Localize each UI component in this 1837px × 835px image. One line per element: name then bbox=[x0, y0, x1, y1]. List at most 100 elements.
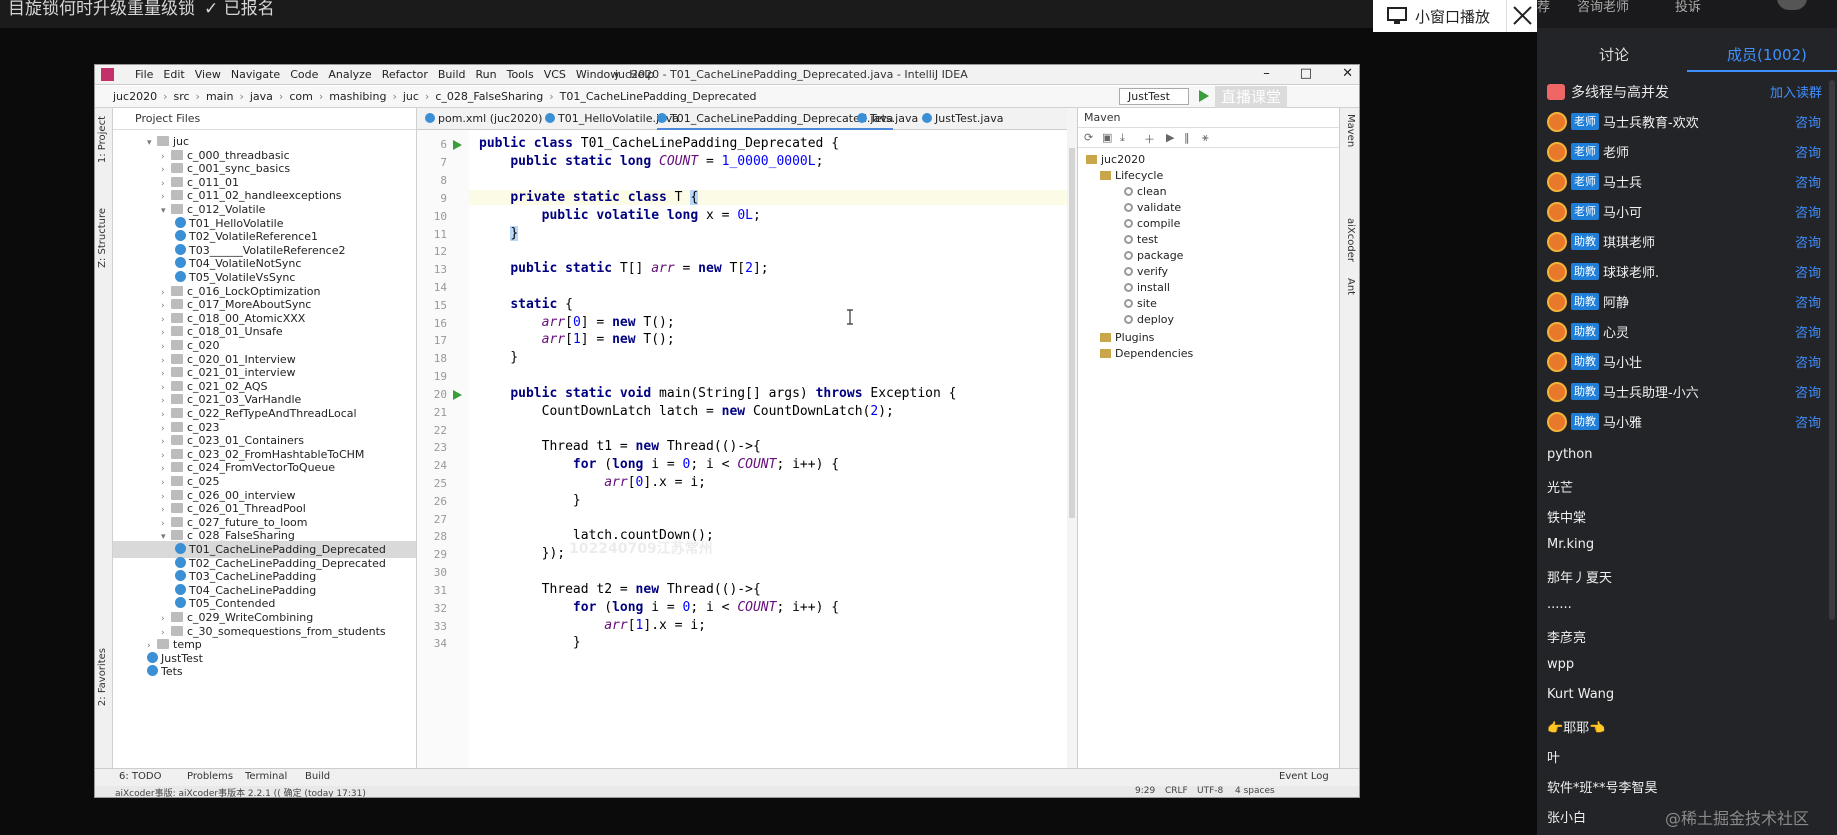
editor-tab[interactable]: pom.xml (juc2020) bbox=[425, 112, 542, 125]
tool-problems[interactable]: Problems bbox=[187, 771, 233, 782]
maven-plugins[interactable]: Plugins bbox=[1100, 330, 1154, 346]
member-row[interactable]: 老师 马小可 咨询 bbox=[1547, 200, 1827, 224]
breadcrumb-item[interactable]: juc bbox=[403, 90, 419, 103]
side-top-item[interactable]: 荐 bbox=[1537, 0, 1550, 15]
maven-goal[interactable]: verify bbox=[1124, 264, 1168, 280]
maven-goal[interactable]: compile bbox=[1124, 216, 1180, 232]
close-button[interactable] bbox=[1506, 0, 1537, 32]
run-play-icon[interactable] bbox=[1199, 90, 1209, 102]
run-maven-icon[interactable]: ▶ bbox=[1166, 131, 1174, 144]
member-name[interactable]: 叶 bbox=[1547, 747, 1560, 766]
menu-file[interactable]: File bbox=[135, 68, 153, 81]
member-name[interactable]: 李彦亮 bbox=[1547, 627, 1586, 646]
maven-dependencies[interactable]: Dependencies bbox=[1100, 346, 1193, 362]
editor-scrollbar[interactable] bbox=[1067, 108, 1077, 768]
status-encoding[interactable]: UTF-8 bbox=[1197, 786, 1223, 796]
maven-goal[interactable]: deploy bbox=[1124, 312, 1174, 328]
member-name[interactable]: 铁中棠 bbox=[1547, 507, 1586, 526]
status-position[interactable]: 9:29 bbox=[1135, 786, 1155, 796]
breadcrumb-item[interactable]: juc2020 bbox=[113, 90, 157, 103]
consult-button[interactable]: 咨询 bbox=[1795, 322, 1821, 341]
member-name[interactable]: Kurt Wang bbox=[1547, 687, 1614, 702]
minimize-icon[interactable]: – bbox=[1263, 66, 1270, 81]
member-row[interactable]: 老师 老师 咨询 bbox=[1547, 140, 1827, 164]
tool-event-log[interactable]: Event Log bbox=[1279, 771, 1329, 782]
skip-tests-icon[interactable]: ⚹ bbox=[1202, 131, 1209, 145]
status-indent[interactable]: 4 spaces bbox=[1235, 786, 1275, 796]
editor-tab[interactable]: JustTest.java bbox=[922, 112, 1003, 125]
consult-button[interactable]: 咨询 bbox=[1795, 202, 1821, 221]
breadcrumb-item[interactable]: src bbox=[173, 90, 189, 103]
editor-scroll-thumb[interactable] bbox=[1069, 148, 1075, 518]
consult-button[interactable]: 咨询 bbox=[1795, 292, 1821, 311]
member-name[interactable]: python bbox=[1547, 447, 1592, 462]
breadcrumb-item[interactable]: com bbox=[289, 90, 313, 103]
toggle-offline-icon[interactable]: ‖ bbox=[1184, 131, 1190, 144]
editor-tab[interactable]: Tets.java bbox=[857, 112, 918, 125]
member-name[interactable]: 软件*班**号李智昊 bbox=[1547, 777, 1658, 796]
consult-button[interactable]: 咨询 bbox=[1795, 262, 1821, 281]
consult-button[interactable]: 咨询 bbox=[1795, 232, 1821, 251]
member-row[interactable]: 助教 马小壮 咨询 bbox=[1547, 350, 1827, 374]
run-gutter-icon[interactable] bbox=[453, 140, 462, 150]
member-row[interactable]: 助教 马士兵助理-小六 咨询 bbox=[1547, 380, 1827, 404]
folder-add-icon[interactable]: ▣ bbox=[1102, 131, 1112, 144]
tab-discuss[interactable]: 讨论 bbox=[1599, 44, 1629, 65]
member-name[interactable]: wpp bbox=[1547, 657, 1574, 672]
menu-code[interactable]: Code bbox=[290, 68, 318, 81]
tool-project[interactable]: 1: Project bbox=[97, 116, 108, 163]
tool-favorites[interactable]: 2: Favorites bbox=[97, 648, 108, 706]
member-name[interactable]: 那年丿夏天 bbox=[1547, 567, 1612, 586]
breadcrumb-item[interactable]: c_028_FalseSharing bbox=[435, 90, 543, 103]
menu-navigate[interactable]: Navigate bbox=[231, 68, 280, 81]
member-row[interactable]: 老师 马士兵教育-欢欢 咨询 bbox=[1547, 110, 1827, 134]
tab-members[interactable]: 成员(1002) bbox=[1727, 44, 1807, 65]
member-row[interactable]: 助教 球球老师. 咨询 bbox=[1547, 260, 1827, 284]
consult-button[interactable]: 咨询 bbox=[1795, 142, 1821, 161]
consult-button[interactable]: 咨询 bbox=[1795, 352, 1821, 371]
breadcrumb-item[interactable]: mashibing bbox=[329, 90, 386, 103]
member-name[interactable]: ...... bbox=[1547, 597, 1572, 612]
menu-edit[interactable]: Edit bbox=[163, 68, 184, 81]
maven-goal[interactable]: site bbox=[1124, 296, 1157, 312]
maven-goal[interactable]: validate bbox=[1124, 200, 1181, 216]
status-line-sep[interactable]: CRLF bbox=[1165, 786, 1188, 796]
member-name[interactable]: 张小白 bbox=[1547, 807, 1586, 826]
maven-goal[interactable]: test bbox=[1124, 232, 1158, 248]
tool-terminal[interactable]: Terminal bbox=[245, 771, 287, 782]
maven-goal[interactable]: install bbox=[1124, 280, 1170, 296]
member-row[interactable]: 助教 马小雅 咨询 bbox=[1547, 410, 1827, 434]
member-row[interactable]: 助教 琪琪老师 咨询 bbox=[1547, 230, 1827, 254]
member-name[interactable]: 👉耶耶👈 bbox=[1547, 717, 1605, 736]
member-row[interactable]: 助教 心灵 咨询 bbox=[1547, 320, 1827, 344]
menu-refactor[interactable]: Refactor bbox=[382, 68, 428, 81]
consult-button[interactable]: 咨询 bbox=[1795, 172, 1821, 191]
maximize-icon[interactable]: □ bbox=[1300, 66, 1312, 81]
project-panel-header[interactable]: Project Files bbox=[113, 108, 416, 130]
consult-teacher-link[interactable]: 咨询老师 bbox=[1577, 0, 1629, 15]
avatar[interactable] bbox=[1777, 0, 1807, 10]
member-name[interactable]: 光芒 bbox=[1547, 477, 1573, 496]
consult-button[interactable]: 咨询 bbox=[1795, 412, 1821, 431]
breadcrumb-item[interactable]: java bbox=[250, 90, 273, 103]
member-row[interactable]: 老师 马士兵 咨询 bbox=[1547, 170, 1827, 194]
maven-lifecycle[interactable]: Lifecycle bbox=[1100, 168, 1163, 184]
window-close-icon[interactable]: ✕ bbox=[1342, 66, 1353, 81]
tool-build[interactable]: Build bbox=[305, 771, 330, 782]
maven-header[interactable]: Maven bbox=[1078, 108, 1340, 128]
pip-button[interactable]: 小窗口播放 bbox=[1373, 0, 1506, 32]
menu-vcs[interactable]: VCS bbox=[544, 68, 566, 81]
code-editor[interactable]: public class T01_CacheLinePadding_Deprec… bbox=[469, 130, 1067, 768]
join-group-button[interactable]: 加入读群 bbox=[1770, 82, 1822, 101]
menu-run[interactable]: Run bbox=[476, 68, 497, 81]
plus-icon[interactable]: ＋ bbox=[1144, 131, 1155, 147]
member-list-scrollbar[interactable] bbox=[1829, 80, 1835, 620]
consult-button[interactable]: 咨询 bbox=[1795, 112, 1821, 131]
tool-ant[interactable]: Ant bbox=[1345, 278, 1356, 295]
maven-project[interactable]: juc2020 bbox=[1086, 152, 1145, 168]
menu-view[interactable]: View bbox=[195, 68, 221, 81]
tool-structure[interactable]: Z: Structure bbox=[97, 208, 108, 268]
member-name[interactable]: Mr.king bbox=[1547, 537, 1594, 552]
download-icon[interactable]: ⤓ bbox=[1120, 131, 1125, 145]
breadcrumb-item[interactable]: main bbox=[206, 90, 233, 103]
